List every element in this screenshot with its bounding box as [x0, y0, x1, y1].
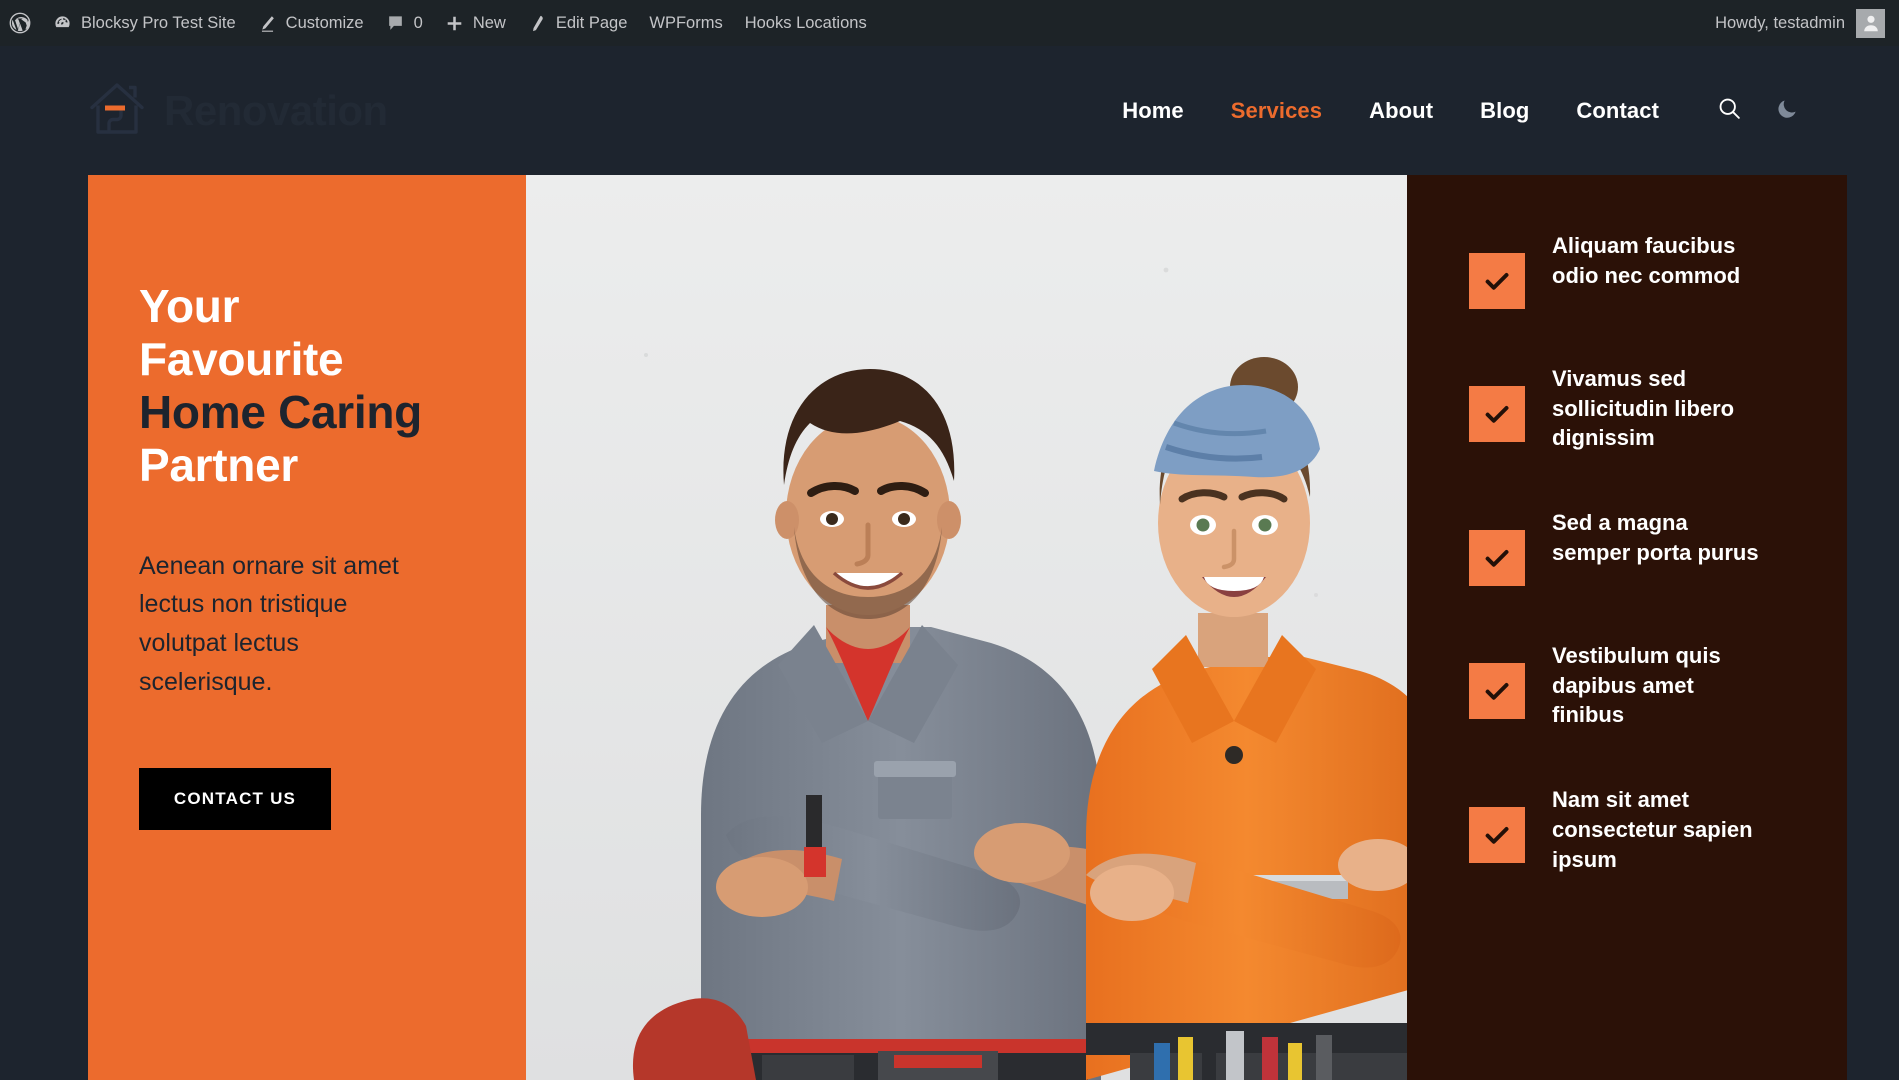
feature-label: Vestibulum quis dapibus amet finibus: [1552, 643, 1721, 728]
contact-us-button[interactable]: CONTACT US: [139, 767, 331, 830]
feature-label: Vivamus sed sollicitudin libero dignissi…: [1552, 366, 1735, 451]
customize-brush-icon: [258, 14, 277, 33]
adminbar-howdy-label: Howdy, testadmin: [1715, 13, 1845, 32]
wp-admin-bar: Blocksy Pro Test Site Customize 0 New Ed…: [0, 0, 1899, 46]
adminbar-site-name-label: Blocksy Pro Test Site: [81, 13, 236, 32]
feature-item: Vestibulum quis dapibus amet finibus: [1469, 641, 1802, 730]
adminbar-hooks-locations-label: Hooks Locations: [744, 13, 867, 32]
site-logo[interactable]: Renovation: [88, 80, 388, 141]
admin-bar-left-group: Blocksy Pro Test Site Customize 0 New Ed…: [0, 0, 878, 46]
pencil-icon: [528, 14, 547, 33]
check-icon: [1469, 807, 1525, 864]
hero-title: Your Favourite Home Caring Partner: [139, 280, 526, 492]
adminbar-item-customize[interactable]: Customize: [247, 0, 375, 46]
nav-item-blog[interactable]: Blog: [1480, 98, 1529, 124]
plus-icon: [445, 14, 464, 33]
site-header: Renovation Home Services About Blog Cont…: [0, 46, 1899, 175]
adminbar-new-label: New: [472, 13, 506, 32]
feature-item: Aliquam faucibus odio nec commod: [1469, 231, 1802, 309]
feature-item: Nam sit amet consectetur sapien ipsum: [1469, 785, 1802, 874]
nav-item-contact[interactable]: Contact: [1576, 98, 1659, 124]
hero-left-panel: Your Favourite Home Caring Partner Aenea…: [88, 175, 526, 1080]
adminbar-item-new[interactable]: New: [434, 0, 517, 46]
nav-item-about[interactable]: About: [1369, 98, 1433, 124]
feature-label: Aliquam faucibus odio nec commod: [1552, 233, 1741, 288]
adminbar-item-site-name[interactable]: Blocksy Pro Test Site: [42, 0, 247, 46]
adminbar-edit-page-label: Edit Page: [555, 13, 628, 32]
check-icon: [1469, 253, 1525, 309]
comment-bubble-icon: [386, 14, 405, 33]
search-icon[interactable]: [1717, 96, 1742, 126]
adminbar-account-group[interactable]: Howdy, testadmin: [1715, 8, 1899, 38]
adminbar-wpforms-label: WPForms: [649, 13, 723, 32]
hero-title-line-3: Home Caring: [139, 385, 422, 438]
hero-section: Your Favourite Home Caring Partner Aenea…: [88, 175, 1847, 1080]
feature-label: Nam sit amet consectetur sapien ipsum: [1552, 787, 1753, 872]
adminbar-item-wpforms[interactable]: WPForms: [638, 0, 733, 46]
nav-item-home[interactable]: Home: [1122, 98, 1184, 124]
wordpress-logo-icon: [9, 12, 31, 34]
dashboard-icon: [53, 14, 72, 33]
adminbar-item-wordpress-logo[interactable]: [0, 0, 42, 46]
adminbar-customize-label: Customize: [285, 13, 364, 32]
main-navigation: Home Services About Blog Contact: [1122, 96, 1799, 126]
feature-item: Sed a magna semper porta purus: [1469, 508, 1802, 587]
workers-photo-illustration: [526, 175, 1407, 1080]
check-icon: [1469, 530, 1525, 587]
header-icon-group: [1717, 96, 1799, 126]
feature-label: Sed a magna semper porta purus: [1552, 510, 1759, 565]
hero-title-line-4: Partner: [139, 438, 298, 491]
adminbar-comments-count: 0: [413, 13, 423, 32]
hero-photo: [526, 175, 1407, 1080]
feature-item: Vivamus sed sollicitudin libero dignissi…: [1469, 364, 1802, 453]
hero-title-line-1: Your: [139, 280, 240, 332]
nav-item-services[interactable]: Services: [1231, 98, 1322, 124]
house-logo-icon: [88, 80, 146, 141]
hero-features-panel: Aliquam faucibus odio nec commod Vivamus…: [1407, 175, 1847, 1080]
check-icon: [1469, 386, 1525, 442]
hero-title-line-2: Favourite: [139, 332, 344, 385]
site-logo-text: Renovation: [164, 86, 388, 134]
adminbar-item-edit-page[interactable]: Edit Page: [517, 0, 639, 46]
hero-paragraph: Aenean ornare sit amet lectus non tristi…: [139, 551, 399, 696]
user-avatar-icon: [1856, 8, 1885, 38]
moon-icon[interactable]: [1776, 97, 1799, 125]
check-icon: [1469, 663, 1525, 720]
adminbar-item-hooks-locations[interactable]: Hooks Locations: [734, 0, 878, 46]
adminbar-item-comments[interactable]: 0: [375, 0, 434, 46]
